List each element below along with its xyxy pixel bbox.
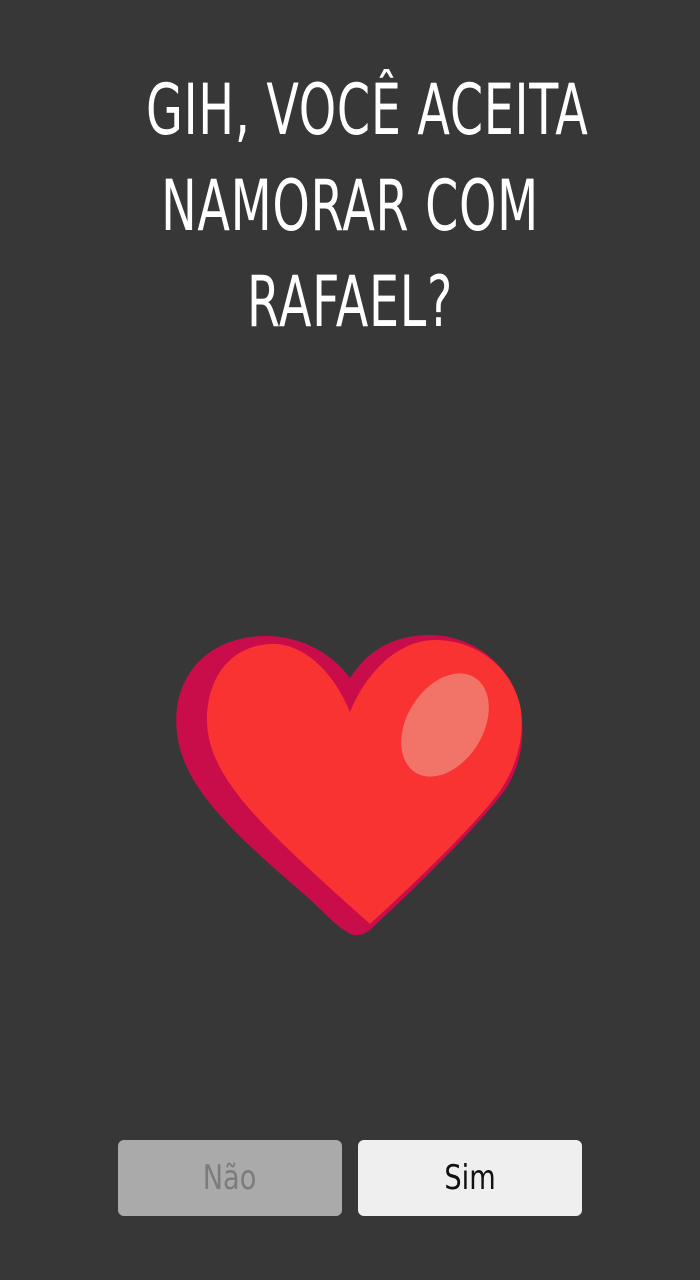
no-button-label: Não bbox=[203, 1158, 257, 1198]
question-line-3: RAFAEL? bbox=[247, 261, 453, 343]
question-line-2: NAMORAR COM bbox=[161, 165, 539, 247]
question-line-1: GIH, VOCÊ ACEITA bbox=[146, 69, 589, 151]
question-title: GIH, VOCÊ ACEITA NAMORAR COM RAFAEL? bbox=[146, 62, 589, 350]
heart-icon bbox=[175, 630, 525, 940]
yes-button-label: Sim bbox=[444, 1158, 496, 1198]
yes-button[interactable]: Sim bbox=[358, 1140, 582, 1216]
no-button[interactable]: Não bbox=[118, 1140, 342, 1216]
proposal-screen: GIH, VOCÊ ACEITA NAMORAR COM RAFAEL? Não… bbox=[0, 0, 700, 1280]
